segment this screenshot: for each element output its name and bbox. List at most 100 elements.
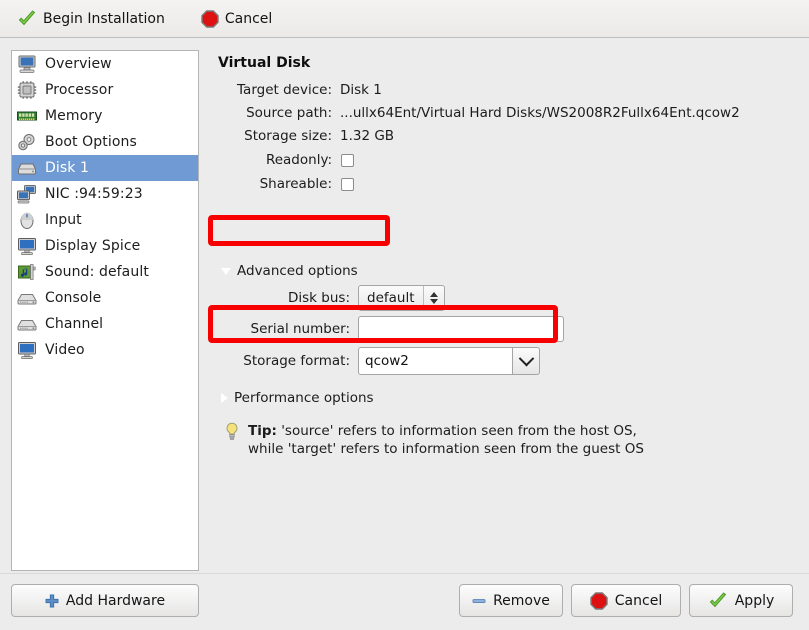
source-path-row: Source path: ...ullx64Ent/Virtual Hard D… — [210, 102, 740, 124]
sidebar-item-nic[interactable]: NIC :94:59:23 — [12, 181, 198, 207]
apply-button[interactable]: Apply — [689, 584, 793, 617]
chevron-down-icon — [221, 268, 231, 275]
main-toolbar: Begin Installation Cancel — [0, 0, 809, 38]
sidebar-item-channel[interactable]: Channel — [12, 311, 198, 337]
sidebar-item-label: Console — [45, 290, 101, 306]
performance-options-expander[interactable]: Performance options — [221, 390, 374, 406]
target-device-value: Disk 1 — [340, 82, 382, 98]
red-stop-icon — [201, 10, 219, 28]
serial-number-input[interactable] — [358, 316, 564, 342]
disk-bus-value: default — [359, 286, 423, 310]
lightbulb-icon — [224, 422, 240, 442]
sidebar-item-overview[interactable]: Overview — [12, 51, 198, 77]
sidebar-item-console[interactable]: Console — [12, 285, 198, 311]
toolbar-cancel-label: Cancel — [225, 11, 272, 27]
apply-label: Apply — [735, 593, 775, 609]
shareable-row: Shareable: — [210, 173, 354, 195]
memory-ram-icon — [16, 106, 38, 126]
sidebar-item-sound[interactable]: Sound: default — [12, 259, 198, 285]
source-path-label: Source path: — [210, 105, 332, 121]
sidebar-item-memory[interactable]: Memory — [12, 103, 198, 129]
footer-bar: Add Hardware Remove Cancel Apply — [0, 573, 809, 630]
red-stop-icon — [590, 592, 608, 610]
performance-options-label: Performance options — [234, 390, 374, 406]
sidebar-item-label: Display Spice — [45, 238, 140, 254]
sidebar-item-label: Video — [45, 342, 85, 358]
readonly-checkbox[interactable] — [341, 154, 354, 167]
serial-number-label: Serial number: — [210, 321, 350, 337]
video-icon — [16, 340, 38, 360]
advanced-options-highlight — [208, 215, 390, 246]
advanced-options-label: Advanced options — [237, 263, 358, 279]
chevron-right-icon — [221, 393, 228, 403]
channel-icon — [16, 314, 38, 334]
serial-number-row: Serial number: — [210, 316, 564, 342]
gears-icon — [16, 132, 38, 152]
chevron-down-icon[interactable] — [512, 347, 540, 375]
green-check-icon — [17, 9, 37, 29]
storage-size-label: Storage size: — [210, 128, 332, 144]
sidebar-item-label: Input — [45, 212, 82, 228]
readonly-label: Readonly: — [210, 152, 332, 168]
target-device-row: Target device: Disk 1 — [210, 79, 382, 101]
sidebar-item-label: Disk 1 — [45, 160, 89, 176]
storage-format-row: Storage format: qcow2 — [210, 347, 540, 375]
remove-button[interactable]: Remove — [459, 584, 563, 617]
plus-icon — [45, 594, 59, 608]
sidebar-item-display-spice[interactable]: Display Spice — [12, 233, 198, 259]
sidebar-item-label: NIC :94:59:23 — [45, 186, 143, 202]
sidebar-item-label: Processor — [45, 82, 113, 98]
sound-card-icon — [16, 262, 38, 282]
source-path-value: ...ullx64Ent/Virtual Hard Disks/WS2008R2… — [340, 105, 740, 121]
cancel-button[interactable]: Cancel — [571, 584, 681, 617]
sidebar-item-processor[interactable]: Processor — [12, 77, 198, 103]
green-check-icon — [708, 591, 728, 611]
hardware-list[interactable]: Overview Processor — [11, 50, 199, 571]
tip-block: Tip: 'source' refers to information seen… — [224, 422, 644, 458]
sidebar-item-video[interactable]: Video — [12, 337, 198, 363]
mouse-icon — [16, 210, 38, 230]
sidebar-item-label: Memory — [45, 108, 103, 124]
shareable-label: Shareable: — [210, 176, 332, 192]
tip-text: Tip: 'source' refers to information seen… — [248, 422, 644, 458]
disk-bus-spinbutton[interactable]: default — [358, 285, 445, 311]
storage-format-label: Storage format: — [210, 353, 350, 369]
begin-installation-button[interactable]: Begin Installation — [8, 5, 174, 33]
toolbar-cancel-button[interactable]: Cancel — [192, 6, 281, 32]
remove-label: Remove — [493, 593, 550, 609]
readonly-row: Readonly: — [210, 149, 354, 171]
storage-format-value: qcow2 — [358, 347, 512, 375]
disk-bus-label: Disk bus: — [210, 290, 350, 306]
sidebar-item-label: Overview — [45, 56, 112, 72]
sidebar-item-input[interactable]: Input — [12, 207, 198, 233]
page-title: Virtual Disk — [218, 55, 310, 71]
sidebar-item-boot-options[interactable]: Boot Options — [12, 129, 198, 155]
tip-bold-label: Tip: — [248, 423, 277, 439]
tip-line-1: 'source' refers to information seen from… — [277, 423, 637, 439]
storage-format-combobox[interactable]: qcow2 — [358, 347, 540, 375]
console-icon — [16, 288, 38, 308]
tip-line-2: while 'target' refers to information see… — [248, 441, 644, 457]
shareable-checkbox[interactable] — [341, 178, 354, 191]
begin-installation-label: Begin Installation — [43, 11, 165, 27]
monitor-icon — [16, 236, 38, 256]
minus-icon — [472, 594, 486, 608]
storage-size-row: Storage size: 1.32 GB — [210, 125, 394, 147]
hard-disk-icon — [16, 158, 38, 178]
cancel-label: Cancel — [615, 593, 662, 609]
spin-arrows-icon[interactable] — [423, 286, 444, 310]
content-area: Overview Processor — [0, 38, 809, 573]
disk-bus-row: Disk bus: default — [210, 285, 445, 311]
sidebar-item-label: Channel — [45, 316, 103, 332]
target-device-label: Target device: — [210, 82, 332, 98]
sidebar-item-label: Boot Options — [45, 134, 137, 150]
disk-detail-pane: Virtual Disk Target device: Disk 1 Sourc… — [210, 50, 798, 571]
add-hardware-label: Add Hardware — [66, 593, 165, 609]
network-icon — [16, 184, 38, 204]
advanced-options-expander[interactable]: Advanced options — [221, 263, 358, 279]
sidebar-item-label: Sound: default — [45, 264, 149, 280]
storage-size-value: 1.32 GB — [340, 128, 394, 144]
sidebar-item-disk-1[interactable]: Disk 1 — [12, 155, 198, 181]
add-hardware-button[interactable]: Add Hardware — [11, 584, 199, 617]
computer-icon — [16, 54, 38, 74]
